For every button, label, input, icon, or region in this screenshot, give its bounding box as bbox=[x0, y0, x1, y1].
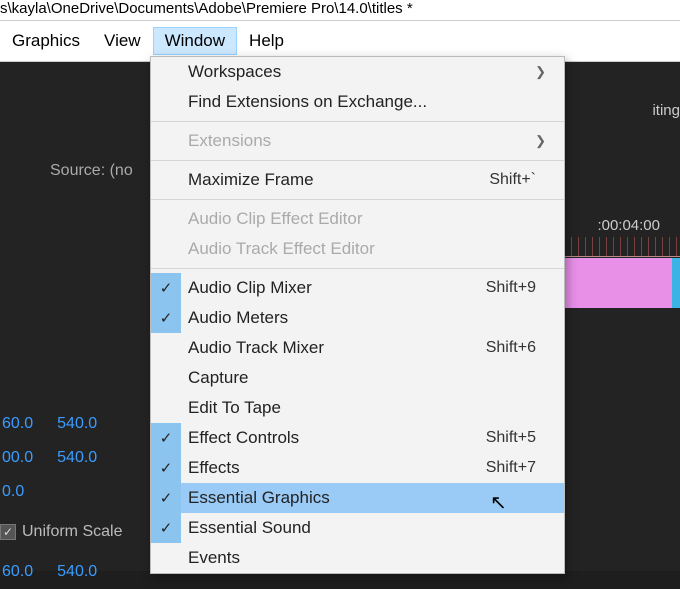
val-r4a[interactable]: 60.0 bbox=[2, 555, 33, 589]
uniform-scale-checkbox[interactable]: ✓ bbox=[0, 524, 16, 540]
menu-graphics[interactable]: Graphics bbox=[0, 27, 92, 55]
menu-workspaces-label: Workspaces bbox=[188, 62, 564, 82]
val-r2b[interactable]: 540.0 bbox=[57, 441, 97, 475]
val-r2a[interactable]: 00.0 bbox=[2, 441, 33, 475]
val-r1a[interactable]: 60.0 bbox=[2, 407, 33, 441]
menu-maximize-frame[interactable]: Maximize Frame Shift+` bbox=[151, 165, 564, 195]
menu-audio-track-mixer-shortcut: Shift+6 bbox=[486, 339, 564, 357]
val-r1b[interactable]: 540.0 bbox=[57, 407, 97, 441]
timeline-clip[interactable] bbox=[560, 258, 680, 308]
menu-audio-clip-effect-editor: Audio Clip Effect Editor bbox=[151, 204, 564, 234]
menu-events-label: Events bbox=[188, 548, 564, 568]
menu-essential-graphics[interactable]: ✓ Essential Graphics bbox=[151, 483, 564, 513]
menu-effects-label: Effects bbox=[188, 458, 486, 478]
menu-essential-sound[interactable]: ✓ Essential Sound bbox=[151, 513, 564, 543]
check-icon: ✓ bbox=[151, 483, 181, 513]
menu-capture[interactable]: Capture bbox=[151, 363, 564, 393]
menu-extensions-label: Extensions bbox=[188, 131, 564, 151]
submenu-arrow-icon: ❯ bbox=[535, 64, 546, 80]
menu-effects-shortcut: Shift+7 bbox=[486, 459, 564, 477]
menu-window[interactable]: Window bbox=[153, 27, 237, 55]
menu-audio-track-mixer-label: Audio Track Mixer bbox=[188, 338, 486, 358]
uniform-scale-row[interactable]: ✓ Uniform Scale bbox=[0, 515, 122, 549]
menu-effect-controls-label: Effect Controls bbox=[188, 428, 486, 448]
menu-maximize-label: Maximize Frame bbox=[188, 170, 489, 190]
menu-audio-track-mixer[interactable]: Audio Track Mixer Shift+6 bbox=[151, 333, 564, 363]
menu-edit-to-tape[interactable]: Edit To Tape bbox=[151, 393, 564, 423]
timecode: :00:04:00 bbox=[597, 217, 660, 234]
window-path: s\kayla\OneDrive\Documents\Adobe\Premier… bbox=[0, 0, 680, 21]
menu-essential-sound-label: Essential Sound bbox=[188, 518, 564, 538]
menu-audio-clip-mixer-shortcut: Shift+9 bbox=[486, 279, 564, 297]
check-icon: ✓ bbox=[151, 513, 181, 543]
uniform-scale-label: Uniform Scale bbox=[22, 515, 122, 549]
check-icon: ✓ bbox=[151, 453, 181, 483]
menu-effect-controls-shortcut: Shift+5 bbox=[486, 429, 564, 447]
menu-separator bbox=[151, 199, 564, 200]
menu-find-extensions[interactable]: Find Extensions on Exchange... bbox=[151, 87, 564, 117]
check-icon: ✓ bbox=[151, 303, 181, 333]
menu-audio-clip-fx-label: Audio Clip Effect Editor bbox=[188, 209, 564, 229]
val-r4b[interactable]: 540.0 bbox=[57, 555, 97, 589]
menu-audio-meters[interactable]: ✓ Audio Meters bbox=[151, 303, 564, 333]
menu-audio-track-effect-editor: Audio Track Effect Editor bbox=[151, 234, 564, 264]
menu-separator bbox=[151, 121, 564, 122]
menu-find-extensions-label: Find Extensions on Exchange... bbox=[188, 92, 564, 112]
timeline-ruler[interactable] bbox=[550, 237, 680, 257]
window-menu-dropdown: Workspaces ❯ Find Extensions on Exchange… bbox=[150, 56, 565, 574]
menu-audio-track-fx-label: Audio Track Effect Editor bbox=[188, 239, 564, 259]
menu-separator bbox=[151, 160, 564, 161]
menu-workspaces[interactable]: Workspaces ❯ bbox=[151, 57, 564, 87]
menu-capture-label: Capture bbox=[188, 368, 564, 388]
menu-view[interactable]: View bbox=[92, 27, 153, 55]
check-icon: ✓ bbox=[151, 273, 181, 303]
check-icon: ✓ bbox=[151, 423, 181, 453]
val-r3a[interactable]: 0.0 bbox=[2, 475, 24, 509]
menu-audio-clip-mixer[interactable]: ✓ Audio Clip Mixer Shift+9 bbox=[151, 273, 564, 303]
tab-partial[interactable]: iting bbox=[652, 102, 680, 119]
menu-edit-to-tape-label: Edit To Tape bbox=[188, 398, 564, 418]
source-panel-label: Source: (no bbox=[50, 162, 133, 180]
menu-separator bbox=[151, 268, 564, 269]
menu-effect-controls[interactable]: ✓ Effect Controls Shift+5 bbox=[151, 423, 564, 453]
menu-maximize-shortcut: Shift+` bbox=[489, 171, 564, 189]
menu-audio-clip-mixer-label: Audio Clip Mixer bbox=[188, 278, 486, 298]
menu-events[interactable]: Events bbox=[151, 543, 564, 573]
menu-extensions: Extensions ❯ bbox=[151, 126, 564, 156]
menu-help[interactable]: Help bbox=[237, 27, 296, 55]
submenu-arrow-icon: ❯ bbox=[535, 133, 546, 149]
menu-effects[interactable]: ✓ Effects Shift+7 bbox=[151, 453, 564, 483]
menu-audio-meters-label: Audio Meters bbox=[188, 308, 564, 328]
workspace-tabs: iting bbox=[652, 102, 680, 119]
menu-essential-graphics-label: Essential Graphics bbox=[188, 488, 564, 508]
